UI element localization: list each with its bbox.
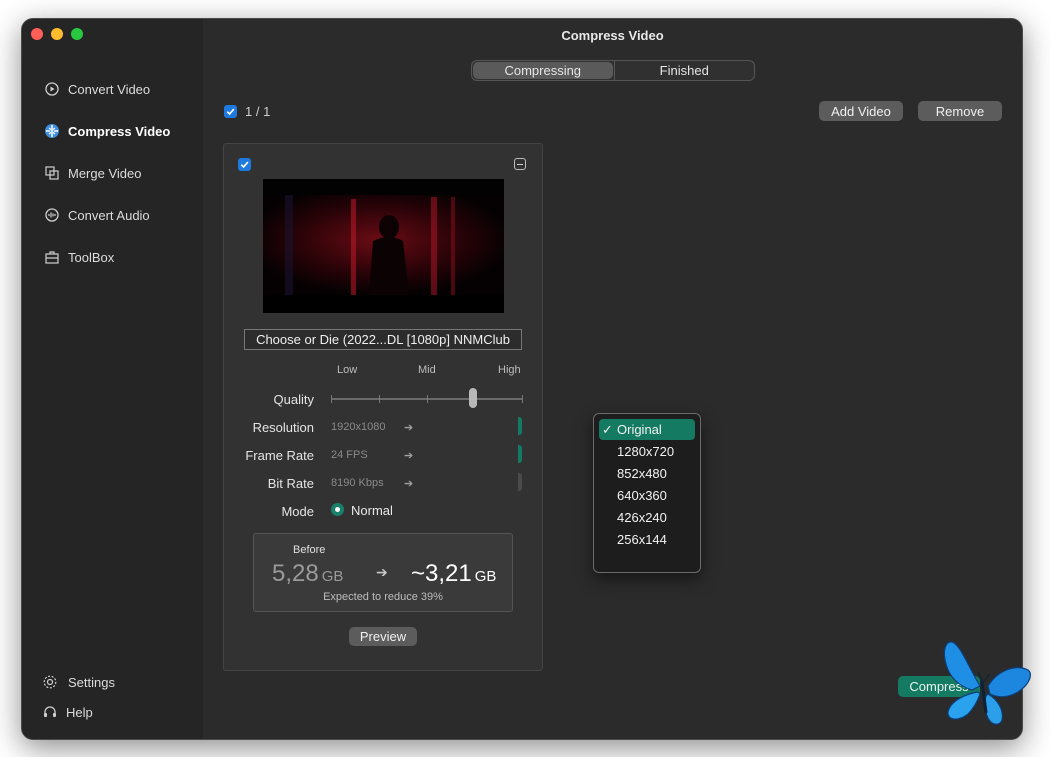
before-label: Before <box>293 544 326 556</box>
slider-tick <box>427 395 428 403</box>
resolution-option-label: 256x144 <box>617 532 667 547</box>
resolution-label: Resolution <box>252 420 314 435</box>
video-frame-image <box>263 179 504 313</box>
resolution-option-original[interactable]: ✓ Original <box>599 419 695 440</box>
sidebar-item-merge-video[interactable]: Merge Video <box>44 162 141 184</box>
resolution-option-label: 426x240 <box>617 510 667 525</box>
sidebar-item-label: Help <box>66 704 93 720</box>
frame-rate-select-edge[interactable] <box>518 445 522 463</box>
sidebar-item-label: Merge Video <box>68 165 142 181</box>
mode-label: Mode <box>281 504 314 519</box>
bit-rate-source-value: 8190 Kbps <box>331 477 384 489</box>
filename-field[interactable]: Choose or Die (2022...DL [1080p] NNMClub <box>244 329 522 350</box>
gear-icon <box>43 675 57 689</box>
resolution-select-edge[interactable] <box>518 417 522 435</box>
size-estimate-box: Before 5,28 GB ➔ ~3,21 GB Expected to redu… <box>253 533 513 612</box>
after-size: ~3,21 GB <box>411 560 496 588</box>
zoom-window-button[interactable] <box>71 28 83 40</box>
toolbox-icon <box>45 251 59 264</box>
video-card: Choose or Die (2022...DL [1080p] NNMClub… <box>223 143 543 671</box>
resolution-option-852x480[interactable]: 852x480 <box>599 463 695 484</box>
merge-video-icon <box>45 166 59 180</box>
butterfly-icon <box>943 641 1031 725</box>
checkmark-icon <box>226 108 235 116</box>
convert-audio-icon <box>45 208 59 222</box>
tab-compressing[interactable]: Compressing <box>473 62 613 79</box>
reduce-text: Expected to reduce 39% <box>323 591 443 603</box>
sidebar-item-convert-video[interactable]: Convert Video <box>44 78 150 100</box>
convert-video-icon <box>45 82 59 96</box>
before-size-value: 5,28 <box>272 560 319 587</box>
collapse-button[interactable] <box>514 158 526 170</box>
sidebar-item-help[interactable]: Help <box>42 701 93 723</box>
sidebar-item-label: ToolBox <box>68 249 115 265</box>
sidebar-item-convert-audio[interactable]: Convert Audio <box>44 204 150 226</box>
preview-button[interactable]: Preview <box>349 627 417 646</box>
after-size-value: ~3,21 <box>411 560 472 587</box>
main-panel: Compress Video Compressing Finished 1 / … <box>203 19 1022 739</box>
resolution-option-640x360[interactable]: 640x360 <box>599 485 695 506</box>
sidebar-item-toolbox[interactable]: ToolBox <box>44 246 114 268</box>
checkmark-icon: ✓ <box>602 421 613 437</box>
sidebar-item-label: Compress Video <box>68 123 171 139</box>
tab-bar: Compressing Finished <box>471 60 755 81</box>
arrow-right-icon: ➔ <box>376 564 388 580</box>
resolution-option-1280x720[interactable]: 1280x720 <box>599 441 695 462</box>
sidebar-item-label: Convert Audio <box>68 207 150 223</box>
quality-label: Quality <box>273 392 314 407</box>
compress-video-icon <box>45 124 59 138</box>
bit-rate-label: Bit Rate <box>267 476 314 491</box>
minimize-window-button[interactable] <box>51 28 63 40</box>
sidebar-item-compress-video[interactable]: Compress Video <box>44 120 170 142</box>
resolution-option-426x240[interactable]: 426x240 <box>599 507 695 528</box>
tab-finished[interactable]: Finished <box>615 61 755 80</box>
frame-rate-label: Frame Rate <box>245 448 314 463</box>
before-size: 5,28 GB <box>272 560 343 588</box>
arrow-right-icon: ➔ <box>404 422 414 434</box>
checkmark-icon <box>240 161 249 169</box>
resolution-dropdown-menu: ✓ Original 1280x720 852x480 640x360 426x… <box>593 413 701 573</box>
headset-icon <box>44 706 56 717</box>
frame-rate-source-value: 24 FPS <box>331 449 368 461</box>
mode-normal-radio[interactable] <box>331 503 344 516</box>
quality-mid-label: Mid <box>418 364 436 376</box>
resolution-option-label: 640x360 <box>617 488 667 503</box>
window-title: Compress Video <box>561 28 664 43</box>
quality-low-label: Low <box>337 364 358 376</box>
video-checkbox[interactable] <box>238 158 251 171</box>
resolution-option-label: 852x480 <box>617 466 667 481</box>
arrow-right-icon: ➔ <box>404 478 414 490</box>
select-all-checkbox[interactable] <box>224 105 237 118</box>
slider-tick <box>379 395 380 403</box>
quality-slider-knob[interactable] <box>469 388 477 408</box>
sidebar-item-settings[interactable]: Settings <box>42 671 115 693</box>
arrow-right-icon: ➔ <box>404 450 414 462</box>
before-size-unit: GB <box>321 568 344 585</box>
app-window: Convert Video Compress Video Merge Video… <box>21 18 1023 740</box>
sidebar: Convert Video Compress Video Merge Video… <box>22 19 204 739</box>
add-video-button[interactable]: Add Video <box>819 101 903 121</box>
mode-normal-label: Normal <box>351 503 393 518</box>
selection-count: 1 / 1 <box>245 104 271 119</box>
resolution-source-value: 1920x1080 <box>331 421 386 433</box>
sidebar-item-label: Convert Video <box>68 81 151 97</box>
slider-tick <box>331 395 332 403</box>
slider-tick <box>522 395 523 403</box>
resolution-option-256x144[interactable]: 256x144 <box>599 529 695 550</box>
sidebar-item-label: Settings <box>68 674 115 690</box>
after-size-unit: GB <box>474 568 497 585</box>
quality-high-label: High <box>498 364 521 376</box>
video-thumbnail[interactable] <box>263 179 504 313</box>
remove-button[interactable]: Remove <box>918 101 1002 121</box>
bit-rate-select-edge[interactable] <box>518 473 522 491</box>
resolution-option-label: Original <box>617 422 662 437</box>
resolution-option-label: 1280x720 <box>617 444 675 459</box>
close-window-button[interactable] <box>31 28 43 40</box>
